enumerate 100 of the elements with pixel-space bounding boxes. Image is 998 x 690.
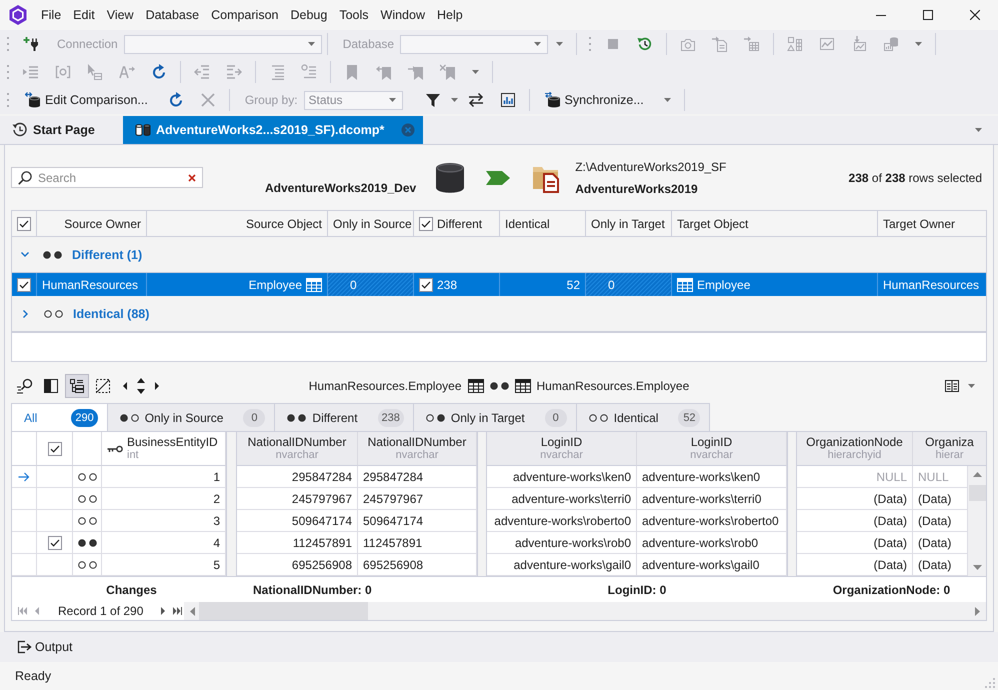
scrollbar-thumb[interactable] [199, 602, 368, 620]
checkbox[interactable] [419, 216, 433, 230]
scrollbar-thumb[interactable] [968, 485, 986, 501]
report-icon[interactable] [500, 92, 516, 108]
resize-grip-icon[interactable] [985, 678, 995, 688]
table-cell-text: HumanResources [882, 276, 980, 294]
search-icon [18, 171, 32, 185]
menu-item[interactable]: Database [140, 8, 206, 22]
close-icon[interactable] [970, 10, 980, 20]
column-header[interactable]: Different [437, 216, 482, 230]
column-name: NationalIDNumber [368, 435, 466, 449]
refresh-icon[interactable] [168, 92, 184, 108]
menu-item[interactable]: Window [374, 8, 431, 22]
caret-icon[interactable] [975, 128, 982, 132]
menu-item[interactable]: File [35, 8, 68, 22]
next-record-icon[interactable] [161, 607, 166, 615]
column-header[interactable]: Target Owner [878, 211, 986, 236]
scroll-right-icon[interactable] [975, 606, 980, 616]
column-type: nvarchar [690, 449, 733, 462]
grip-icon[interactable] [589, 37, 592, 51]
status-dots-icon [588, 414, 608, 422]
connection-label: Connection [57, 37, 118, 51]
document-tab[interactable]: Start Page [0, 116, 122, 144]
filter-icon[interactable] [424, 92, 441, 108]
menu-item[interactable]: Help [430, 8, 469, 22]
table-row[interactable]: HumanResources Employee 0 238 52 0 Employee HumanResources [12, 273, 986, 296]
column-header[interactable]: Identical [500, 211, 586, 236]
swap-icon[interactable] [468, 92, 484, 108]
checkbox-cell[interactable] [37, 466, 73, 488]
search-field[interactable]: Search [11, 167, 203, 188]
checkbox[interactable] [17, 278, 31, 292]
menu-item[interactable]: Edit [67, 8, 101, 22]
column-header[interactable]: NationalIDNumber nvarchar [237, 432, 358, 466]
column-header[interactable]: NationalIDNumber nvarchar [358, 432, 477, 466]
document-tab[interactable]: AdventureWorks2...s2019_SF).dcomp* [123, 116, 424, 144]
column-header[interactable]: OrganizationNode hierarchyid [797, 432, 913, 466]
table-icon [468, 379, 484, 393]
caret-icon[interactable] [664, 98, 671, 102]
filter-tab[interactable]: Only in Source 0 [106, 403, 276, 431]
checkbox-cell[interactable] [37, 488, 73, 510]
scroll-down-icon[interactable] [972, 565, 982, 570]
caret-icon[interactable] [915, 42, 922, 46]
last-record-icon[interactable] [172, 607, 182, 615]
filter-tab[interactable]: All 290 [11, 403, 108, 431]
column-header[interactable]: Target Object [672, 211, 878, 236]
filter-tab[interactable]: Identical 52 [576, 403, 710, 431]
table-name: HumanResources.Employee [308, 379, 462, 393]
history-icon[interactable] [637, 36, 654, 52]
group-label: Identical (88) [73, 306, 150, 320]
previous-icon[interactable] [123, 382, 127, 390]
database-sync-icon [544, 92, 561, 108]
column-layout-icon[interactable] [944, 378, 960, 394]
chevron-right-icon[interactable] [23, 310, 28, 318]
databases-icon [135, 122, 151, 138]
column-header[interactable]: Source Object [147, 211, 328, 236]
menu-item[interactable]: Debug [284, 8, 334, 22]
column-type: hierar [935, 449, 964, 462]
scroll-left-icon[interactable] [190, 606, 195, 616]
menu-item[interactable]: View [100, 8, 140, 22]
caret-icon[interactable] [450, 98, 458, 102]
maximize-icon[interactable] [922, 10, 932, 20]
caret-icon[interactable] [556, 42, 564, 46]
edit-comparison-button[interactable]: Edit Comparison... [21, 89, 152, 111]
column-header[interactable]: Only in Source [328, 211, 414, 236]
minimize-icon[interactable] [876, 14, 886, 16]
table-cell: Employee [248, 278, 302, 292]
plug-icon[interactable] [23, 36, 39, 52]
column-header[interactable]: BusinessEntityID int [102, 432, 226, 466]
column-header[interactable]: Only in Target [586, 211, 672, 236]
vertical-scrollbar[interactable] [968, 466, 986, 576]
row-indicator[interactable] [12, 466, 37, 488]
column-header[interactable]: LoginID nvarchar [637, 432, 787, 466]
count-badge: 238 [378, 408, 404, 426]
checkbox[interactable] [48, 536, 62, 550]
column-header[interactable]: Organiza hierar [913, 432, 986, 466]
menu-item[interactable]: Tools [333, 8, 375, 22]
filter-tab[interactable]: Only in Target 0 [412, 403, 577, 431]
view-toggle-button[interactable] [65, 374, 89, 398]
checkbox-cell[interactable] [37, 554, 73, 576]
refresh-icon[interactable] [151, 64, 167, 80]
clear-icon[interactable] [188, 174, 196, 182]
checkbox[interactable] [419, 278, 433, 292]
caret-icon[interactable] [472, 70, 479, 74]
checkbox[interactable] [17, 216, 31, 230]
next-icon[interactable] [155, 382, 159, 390]
filter-tab[interactable]: Different 238 [274, 403, 414, 431]
column-header[interactable]: LoginID nvarchar [487, 432, 637, 466]
up-down-arrows-icon[interactable] [137, 378, 145, 394]
synchronize-button[interactable]: Synchronize... [540, 89, 648, 111]
column-header[interactable]: Source Owner [37, 211, 147, 236]
horizontal-scrollbar[interactable] [184, 602, 986, 620]
checkbox-cell[interactable] [37, 510, 73, 532]
menu-item[interactable]: Comparison [205, 8, 284, 22]
output-tab[interactable]: Output [16, 639, 73, 655]
table-icon [514, 379, 530, 393]
checkbox-cell[interactable] [37, 532, 73, 554]
scroll-up-icon[interactable] [972, 472, 982, 477]
caret-icon[interactable] [968, 384, 975, 388]
chevron-down-icon[interactable] [21, 252, 29, 257]
checkbox[interactable] [48, 442, 62, 456]
